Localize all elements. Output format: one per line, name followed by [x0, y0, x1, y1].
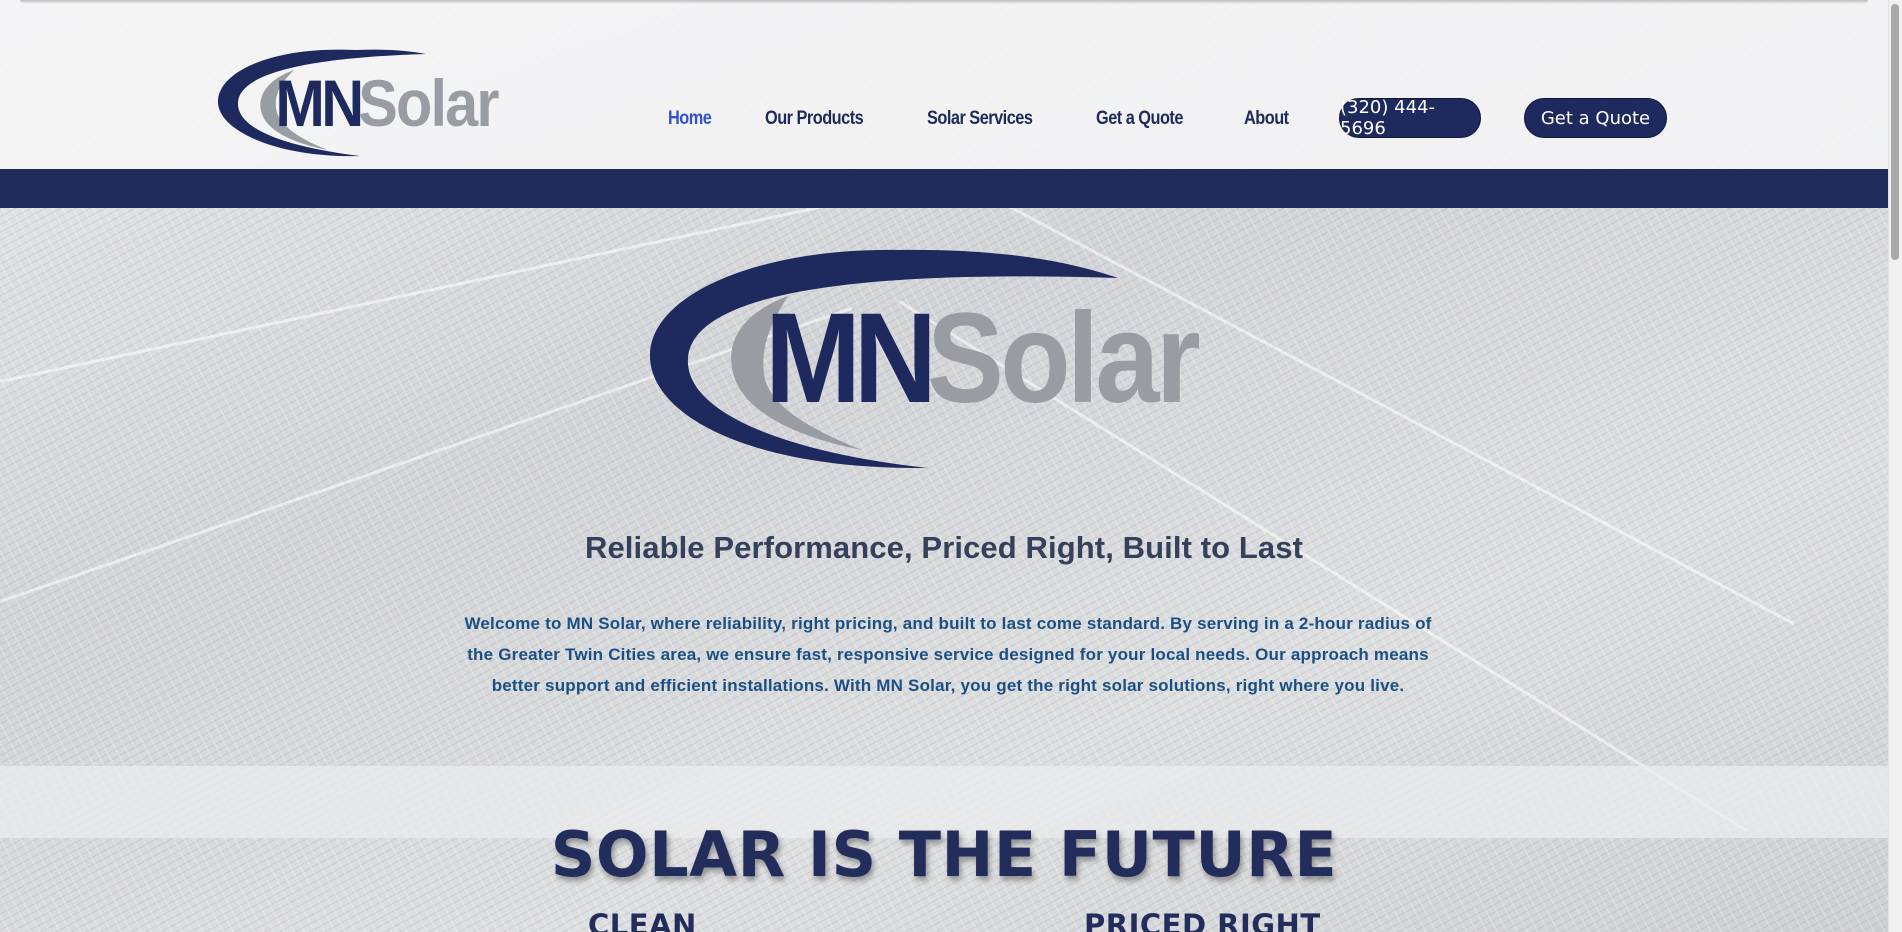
header-band: [0, 169, 1888, 208]
logo-text-secondary: Solar: [358, 67, 499, 141]
hero-tagline: Reliable Performance, Priced Right, Buil…: [584, 530, 1304, 565]
section-title: SOLAR IS THE FUTURE: [550, 818, 1338, 891]
main-nav: Home Our Products Solar Services Get a Q…: [668, 108, 1343, 130]
nav-item-about[interactable]: About: [1244, 108, 1289, 130]
nav-item-get-a-quote[interactable]: Get a Quote: [1096, 108, 1183, 130]
nav-item-solar-services[interactable]: Solar Services: [927, 108, 1033, 130]
feature-heading-clean: CLEAN: [588, 908, 697, 932]
scrollbar-thumb[interactable]: [1891, 4, 1899, 260]
logo-text-primary: MN: [275, 67, 361, 141]
get-a-quote-button[interactable]: Get a Quote: [1524, 98, 1667, 138]
hero-logo-text-primary: MN: [765, 286, 930, 429]
phone-button[interactable]: (320) 444-5696: [1339, 97, 1481, 139]
feature-heading-priced-right: PRICED RIGHT: [1084, 908, 1321, 932]
site-header: MN Solar Home Our Products Solar Service…: [0, 0, 1888, 169]
welcome-paragraph: Welcome to MN Solar, where reliability, …: [464, 614, 1432, 695]
nav-item-our-products[interactable]: Our Products: [765, 108, 864, 130]
page-scrollbar[interactable]: [1888, 0, 1902, 932]
header-shadow: [20, 0, 1868, 4]
hero-logo-text-secondary: Solar: [927, 286, 1199, 429]
header-logo[interactable]: MN Solar: [216, 40, 504, 158]
nav-item-home[interactable]: Home: [668, 108, 712, 130]
hero-logo: MN Solar: [649, 249, 1203, 469]
